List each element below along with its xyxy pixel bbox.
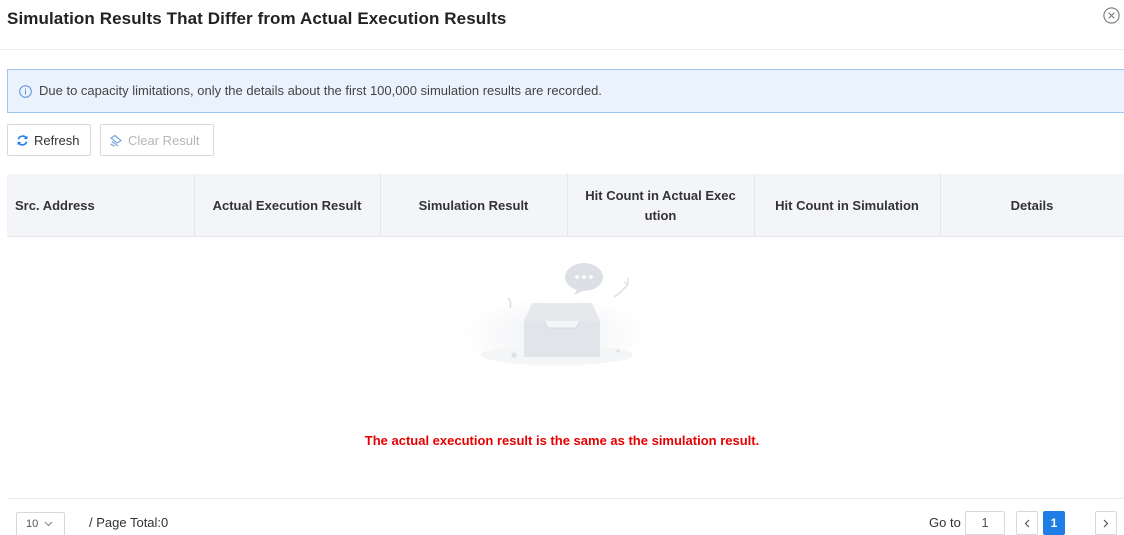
chevron-right-icon bbox=[1103, 519, 1109, 527]
page-size-value: 10 bbox=[26, 518, 39, 530]
prev-page-button[interactable] bbox=[1016, 511, 1038, 535]
dialog-title: Simulation Results That Differ from Actu… bbox=[7, 9, 507, 28]
clear-label: Clear Result bbox=[128, 132, 200, 148]
page-number-current[interactable]: 1 bbox=[1043, 511, 1065, 535]
next-page-button[interactable] bbox=[1095, 511, 1117, 535]
column-header-details[interactable]: Details bbox=[940, 174, 1124, 237]
close-icon bbox=[1103, 7, 1120, 24]
column-header-src-address[interactable]: Src. Address bbox=[15, 174, 185, 237]
empty-inbox-illustration bbox=[460, 263, 650, 368]
column-header-actual-execution-result[interactable]: Actual Execution Result bbox=[194, 174, 380, 237]
info-icon bbox=[19, 85, 32, 98]
chevron-down-icon bbox=[44, 521, 53, 527]
goto-page-input[interactable]: 1 bbox=[965, 511, 1005, 535]
chevron-left-icon bbox=[1024, 519, 1030, 527]
refresh-label: Refresh bbox=[34, 132, 80, 148]
empty-state-message: The actual execution result is the same … bbox=[364, 433, 760, 448]
info-alert: Due to capacity limitations, only the de… bbox=[7, 69, 1124, 113]
info-text: Due to capacity limitations, only the de… bbox=[39, 83, 602, 98]
clear-result-button[interactable]: Clear Result bbox=[100, 124, 214, 156]
clear-icon bbox=[109, 134, 123, 147]
refresh-button[interactable]: Refresh bbox=[7, 124, 91, 156]
column-header-simulation-result[interactable]: Simulation Result bbox=[380, 174, 567, 237]
goto-label: Go to bbox=[929, 515, 961, 530]
dialog-header: Simulation Results That Differ from Actu… bbox=[0, 0, 1124, 50]
table-header: Src. Address Actual Execution Result Sim… bbox=[7, 174, 1124, 237]
column-header-hit-count-actual[interactable]: Hit Count in Actual Exec ution bbox=[567, 174, 754, 237]
refresh-icon bbox=[17, 134, 28, 146]
column-header-hit-count-simulation[interactable]: Hit Count in Simulation bbox=[754, 174, 940, 237]
footer-divider bbox=[7, 498, 1124, 499]
close-button[interactable] bbox=[1103, 7, 1120, 24]
page-size-select[interactable]: 10 bbox=[16, 512, 65, 535]
page-total-text: / Page Total:0 bbox=[89, 515, 169, 530]
